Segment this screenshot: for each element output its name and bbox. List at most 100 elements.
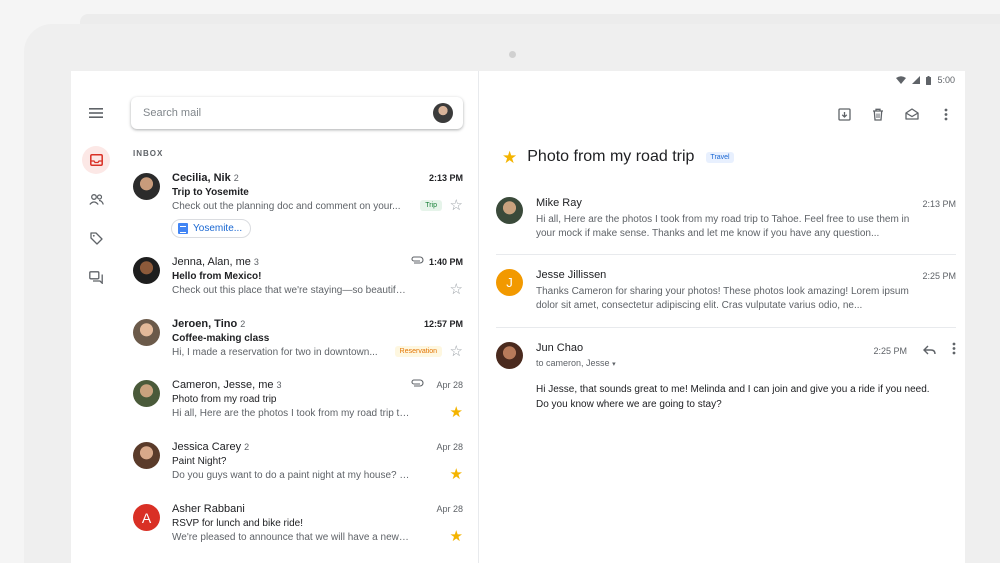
mail-snippet: Hi, I made a reservation for two in down… [172,347,378,358]
star-icon[interactable]: ☆ [450,198,463,213]
delete-button[interactable] [869,105,887,123]
avatar [133,173,160,200]
avatar [133,442,160,469]
thread-count: 3 [276,380,282,390]
inbox-nav-button[interactable] [82,146,110,174]
avatar [496,197,523,224]
mail-snippet: Check out the planning doc and comment o… [172,201,401,212]
menu-button[interactable] [82,99,110,127]
star-icon[interactable]: ☆ [450,282,463,297]
archive-button[interactable] [835,105,853,123]
mail-sender: Cecilia, Nik [172,172,231,184]
mail-subject: Photo from my road trip [172,394,277,405]
search-bar[interactable] [131,97,463,129]
reply-icon [923,345,936,355]
more-options-button[interactable] [937,105,955,123]
mail-sender: Asher Rabbani [172,503,245,515]
chevron-down-icon: ▾ [612,361,616,368]
thread-label-tag: Travel [706,151,734,163]
chat-nav-button[interactable] [82,263,110,291]
chat-icon [89,270,103,284]
navigation-rail [71,71,123,563]
message-actions: 2:25 PM [873,342,956,360]
mail-label-tag: Reservation [394,346,442,357]
message-time: 2:25 PM [922,271,956,281]
avatar [133,257,160,284]
mail-subject: Hello from Mexico! [172,271,262,282]
star-icon[interactable]: ★ [450,529,463,544]
mark-unread-icon [905,108,919,120]
message-expanded: Jun Chao to cameron, Jesse ▾ 2:25 PM Hi … [496,342,956,422]
mail-subject: RSVP for lunch and bike ride! [172,518,304,529]
thread-toolbar [835,105,955,123]
mail-time: 1:40 PM [428,257,463,267]
mail-item[interactable]: Cecilia, Nik 2 Trip to Yosemite Check out… [123,165,479,239]
attachment-icon [411,256,424,264]
thread-count: 2 [233,173,239,183]
message-collapsed[interactable]: Mike Ray 2:13 PM Hi all, Here are the ph… [496,197,956,247]
google-doc-icon [178,223,188,234]
mail-sender: Cameron, Jesse, me [172,379,274,391]
label-icon [89,231,103,245]
mail-subject: Trip to Yosemite [172,187,249,198]
message-recipients[interactable]: to cameron, Jesse ▾ [536,358,616,368]
mail-snippet: We're pleased to announce that we will h… [172,532,410,543]
contacts-nav-button[interactable] [82,185,110,213]
mail-item[interactable]: Jeroen, Tino 2 Coffee-making class Hi, I … [123,311,479,373]
star-icon[interactable]: ★ [450,405,463,420]
delete-icon [873,108,883,121]
inbox-section-label: INBOX [133,149,164,158]
mail-time: Apr 28 [436,442,463,452]
chip-label: Yosemite... [193,223,243,234]
attachment-chip[interactable]: Yosemite... [171,219,252,238]
archive-icon [837,107,851,121]
star-icon[interactable]: ★ [502,149,517,166]
mail-sender: Jenna, Alan, me [172,256,251,268]
mail-time: 2:13 PM [428,173,463,183]
mail-time: Apr 28 [436,380,463,390]
mail-item[interactable]: Jessica Carey 2 Paint Night? Do you guys … [123,434,479,496]
avatar-initial: A [133,504,160,531]
thread-title: Photo from my road trip [527,148,695,165]
message-more-button[interactable] [952,342,956,360]
mail-list-pane: INBOX Cecilia, Nik2 Trip to Yosemite Che… [123,71,479,563]
divider [496,327,956,328]
mail-sender: Jessica Carey [172,441,242,453]
message-sender: Jesse Jillissen [536,269,607,281]
mail-subject: Paint Night? [172,456,227,467]
message-body: Hi Jesse, that sounds great to me! Melin… [536,384,930,410]
camera-dot [509,51,516,58]
reply-button[interactable] [923,342,936,360]
message-collapsed[interactable]: J Jesse Jillissen 2:25 PM Thanks Cameron… [496,269,956,319]
more-vert-icon [952,342,956,355]
inbox-icon [89,154,103,166]
message-sender: Jun Chao [536,342,584,354]
attachment-icon [411,379,424,387]
mail-sender: Jeroen, Tino [172,318,238,330]
recipients-text: to cameron, Jesse [536,358,610,368]
mail-item[interactable]: A Asher Rabbani RSVP for lunch and bike … [123,496,479,558]
avatar [133,319,160,346]
more-vert-icon [944,108,948,120]
mail-snippet: Do you guys want to do a paint night at … [172,470,410,481]
account-avatar[interactable] [433,103,453,123]
message-snippet: Thanks Cameron for sharing your photos! … [536,286,909,311]
mail-time: Apr 28 [436,504,463,514]
mail-time: 12:57 PM [423,319,463,329]
mail-subject: Coffee-making class [172,333,270,344]
divider [496,254,956,255]
thread-count: 3 [253,257,259,267]
mail-item-selected[interactable]: Cameron, Jesse, me 3 Photo from my road t… [123,372,479,434]
people-icon [88,193,104,205]
gmail-screen: 5:00 INBOX Cecilia, Nik2 Trip to Yose [71,71,965,563]
avatar [496,342,523,369]
star-icon[interactable]: ★ [450,467,463,482]
message-snippet: Hi all, Here are the photos I took from … [536,214,910,239]
avatar-initial: J [496,269,523,296]
star-icon[interactable]: ☆ [450,344,463,359]
labels-nav-button[interactable] [82,224,110,252]
message-time: 2:13 PM [922,199,956,209]
mark-unread-button[interactable] [903,105,921,123]
mail-item[interactable]: Jenna, Alan, me 3 Hello from Mexico! Chec… [123,249,479,311]
search-input[interactable] [143,107,433,119]
